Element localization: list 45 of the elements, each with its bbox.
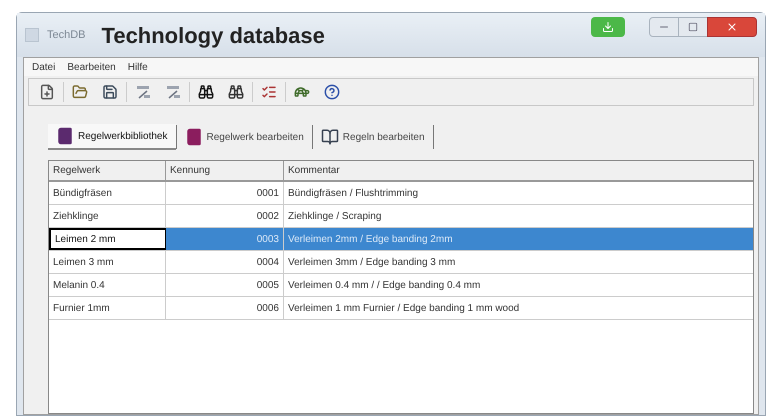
column-header[interactable]: Kommentar	[284, 161, 753, 180]
maximize-icon	[688, 22, 698, 32]
menu-item[interactable]: Datei	[32, 60, 56, 74]
table-cell: 0006	[166, 297, 284, 319]
tab[interactable]: Regelwerk bearbeiten	[176, 124, 312, 150]
download-icon	[602, 21, 614, 33]
book-icon	[184, 128, 202, 146]
table-row[interactable]: Furnier 1mm 0006 Verleimen 1 mm Furnier / Edge banding 1 mm wood	[49, 297, 753, 320]
table-row[interactable]: Leimen 3 mm 0004 Verleimen 3mm / Edge banding 3 mm	[49, 251, 753, 274]
download-button[interactable]	[591, 17, 625, 37]
table-cell: Melanin 0.4	[49, 274, 166, 296]
table-cell: 0005	[166, 274, 284, 296]
column-header[interactable]: Kennung	[166, 161, 284, 180]
table-cell: 0004	[166, 251, 284, 273]
table-cell: 0003	[166, 228, 284, 250]
table-cell: 0002	[166, 205, 284, 227]
table-cell-text: Verleimen 3mm / Edge banding 3 mm	[287, 256, 456, 270]
table-cell-text: Verleimen 1 mm Furnier / Edge banding 1 mm wood	[287, 302, 520, 316]
table-cell: Leimen 2 mm	[49, 228, 166, 250]
table-cell: Furnier 1mm	[49, 297, 166, 319]
column-header[interactable]: Regelwerk	[49, 161, 166, 180]
table-cell: Ziehklinge	[49, 205, 166, 227]
menu-item[interactable]: Bearbeiten	[67, 60, 116, 74]
table-row[interactable]: Bündigfräsen 0001 Bündigfräsen / Flushtrimming	[49, 182, 753, 205]
table-cell: Bündigfräsen	[49, 182, 166, 204]
maximize-button[interactable]	[679, 17, 707, 37]
table-cell-text: Verleimen 2mm / Edge banding 2mm	[287, 232, 454, 246]
book-icon	[56, 127, 74, 145]
window-title: TechDB	[47, 28, 86, 43]
table-cell-text: Verleimen 0.4 mm / / Edge banding 0.4 mm	[287, 278, 482, 292]
table-cell-text: Bündigfräsen / Flushtrimming	[287, 186, 420, 200]
app-icon	[25, 28, 39, 42]
caption: Technology database	[102, 22, 325, 50]
close-icon	[726, 21, 738, 33]
table-cell-text: Ziehklinge / Scraping	[287, 210, 382, 224]
close-button[interactable]	[707, 17, 757, 37]
table-row[interactable]: Melanin 0.4 0005 Verleimen 0.4 mm / / Edge banding 0.4 mm	[49, 274, 753, 297]
table-row[interactable]: Leimen 2 mm 0003 Verleimen 2mm / Edge banding 2mm	[49, 228, 753, 251]
tab[interactable]: Regelwerkbibliothek	[48, 124, 176, 150]
table-cell: 0001	[166, 182, 284, 204]
menu-item[interactable]: Hilfe	[128, 60, 148, 74]
table-row[interactable]: Ziehklinge 0002 Ziehklinge / Scraping	[49, 205, 753, 228]
open-book-icon	[320, 128, 339, 146]
table-cell: Leimen 3 mm	[49, 251, 166, 273]
tab[interactable]: Regeln bearbeiten	[312, 124, 433, 150]
